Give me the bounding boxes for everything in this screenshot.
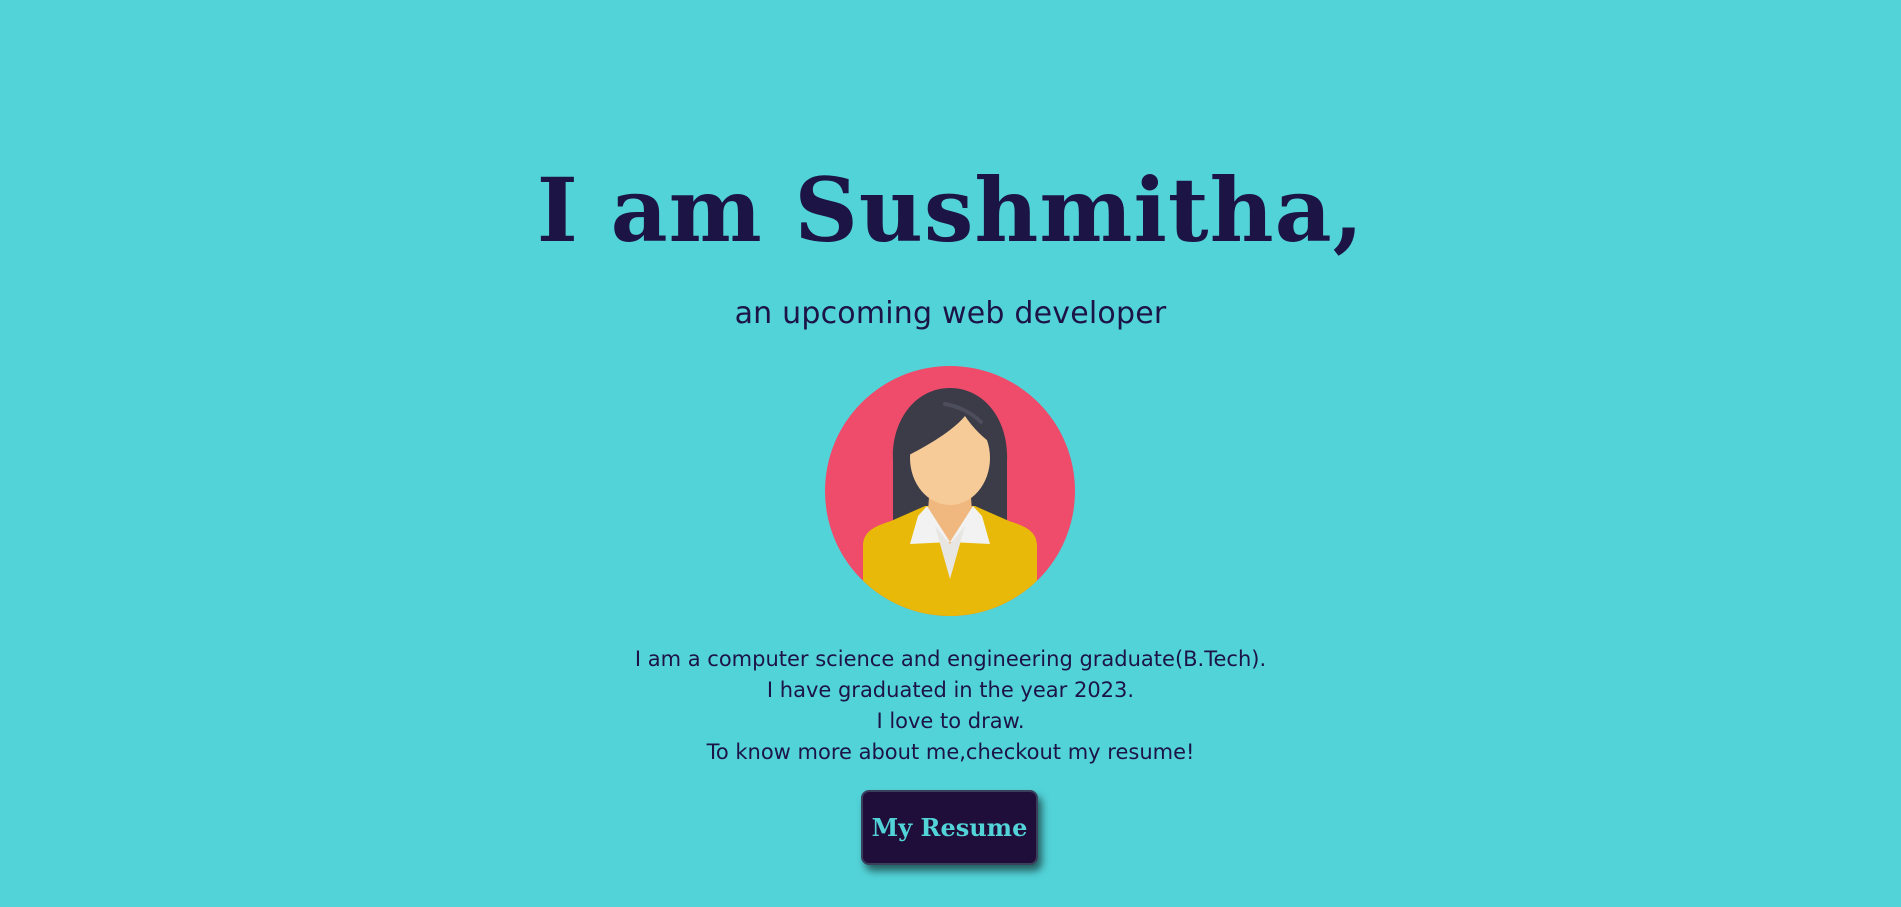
bio-line-degree: I am a computer science and engineering … [634, 647, 1267, 671]
hero-headline: I am Sushmitha, [536, 158, 1365, 262]
bio-line-graduation: I have graduated in the year 2023. [766, 678, 1135, 702]
bio-line-hobby: I love to draw. [876, 709, 1025, 733]
resume-button[interactable]: My Resume [861, 790, 1038, 865]
bio-text: I am a computer science and engineering … [0, 644, 1901, 768]
bio-line-resume-cta: To know more about me,checkout my resume… [706, 740, 1195, 764]
female-avatar-icon [825, 366, 1075, 616]
hero-section: I am Sushmitha, an upcoming web develope… [0, 0, 1901, 907]
hero-subtitle: an upcoming web developer [734, 296, 1167, 331]
